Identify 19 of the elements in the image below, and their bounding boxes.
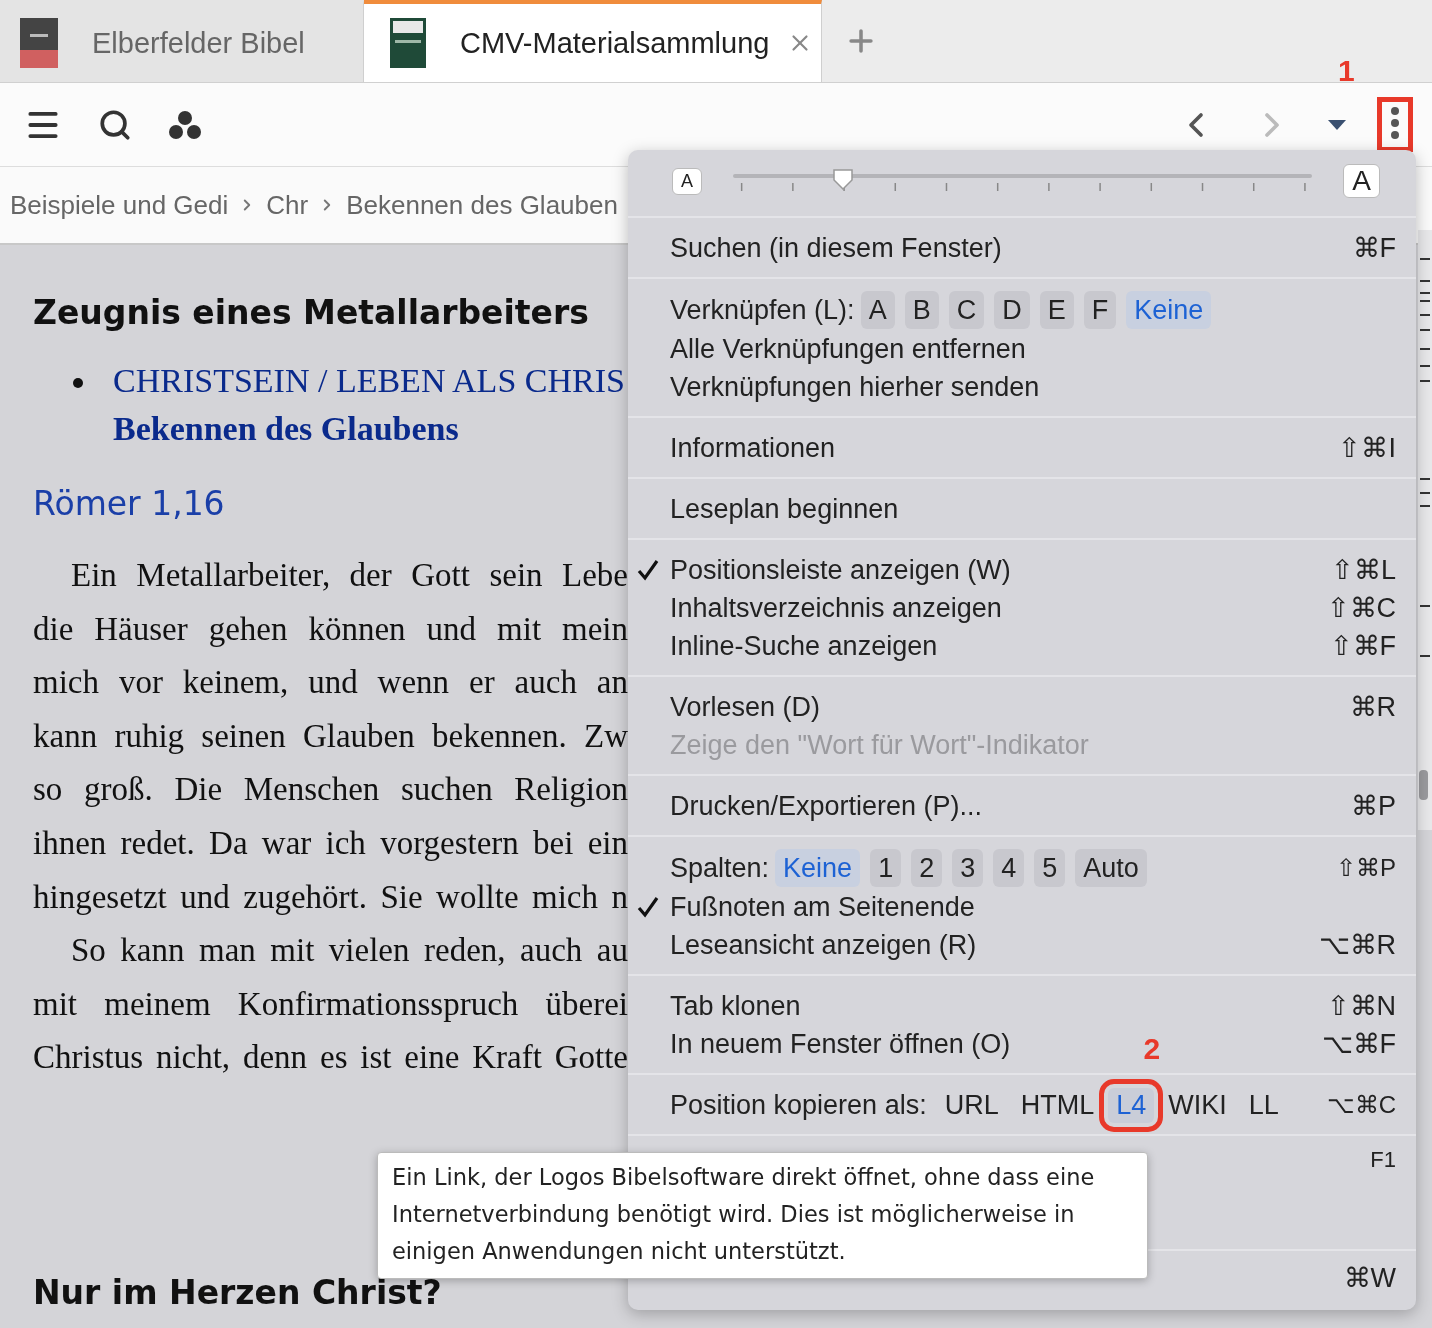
text-line: So kann man mit vielen reden, auch au	[70, 931, 628, 971]
text-line: hingesetzt und zugehört. Sie wollte mich n	[33, 877, 628, 917]
tooltip: Ein Link, der Logos Bibelsoftware direkt öffnet, ohne dass eine Internetverbindung benötigt wird. Dies ist möglicherweise in einigen Anwendungen nicht unterstützt.	[377, 1152, 1148, 1279]
menu-label: Verknüpfen (L):	[670, 294, 855, 326]
annotation-number: 1	[1338, 54, 1355, 88]
text-line: so groß. Die Menschen suchen Religion	[33, 770, 628, 810]
text-line: mich vor keinem, und wenn er auch an	[33, 663, 628, 703]
text-line: die Häuser gehen können und mit mein	[33, 609, 628, 649]
text-line: mit meinem Konfirmationsspruch überei	[33, 984, 628, 1024]
menu-label: Position kopieren als:	[670, 1089, 927, 1121]
shortcut-label: ⇧⌘P	[1336, 854, 1396, 882]
shortcut-label: ⌥⌘C	[1326, 1091, 1396, 1119]
annotation-number: 2	[1143, 1031, 1161, 1066]
menu-label: Spalten:	[670, 852, 770, 884]
text-line: kann ruhig seinen Glauben bekennen. Zw	[33, 716, 628, 756]
text-line: Ein Metallarbeiter, der Gott sein Lebe	[70, 556, 628, 595]
text-line: ihnen redet. Da war ich vorgestern bei ein	[33, 823, 628, 863]
text-line: Christus nicht, denn es ist eine Kraft Gotte	[33, 1038, 628, 1078]
section-heading: Zeugnis eines Metallarbeiters	[33, 293, 590, 332]
